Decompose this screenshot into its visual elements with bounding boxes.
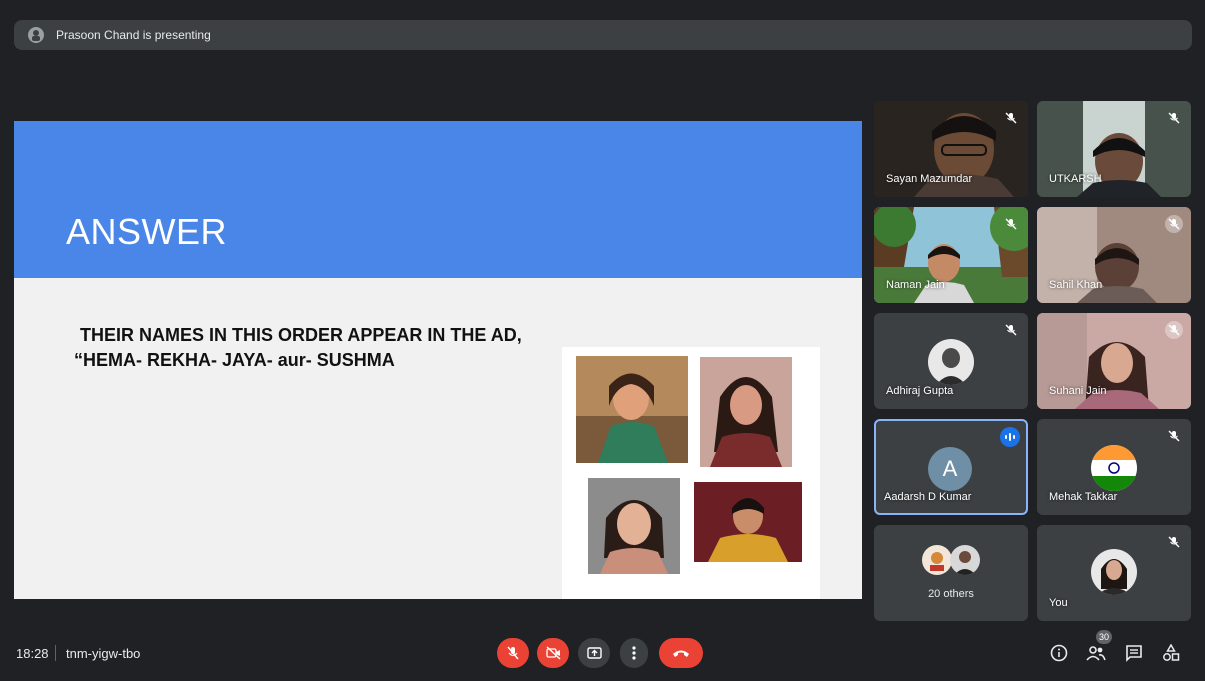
mic-off-icon bbox=[507, 646, 519, 660]
slide-photo-collage bbox=[562, 347, 820, 599]
speaking-indicator-icon bbox=[1000, 427, 1020, 447]
slide-photo-sushma bbox=[694, 482, 802, 562]
participant-name: Sayan Mazumdar bbox=[886, 173, 973, 185]
leave-call-icon bbox=[673, 650, 689, 657]
others-label: 20 others bbox=[928, 588, 974, 600]
mic-off-icon bbox=[1165, 215, 1183, 233]
mic-off-icon bbox=[1002, 321, 1020, 339]
participant-tile[interactable]: Mehak Takkar bbox=[1037, 419, 1191, 515]
participant-tile-active-speaker[interactable]: A Aadarsh D Kumar bbox=[874, 419, 1028, 515]
slide-body-text: THEIR NAMES IN THIS ORDER APPEAR IN THE … bbox=[74, 323, 522, 373]
participant-tile[interactable]: Adhiraj Gupta bbox=[874, 313, 1028, 409]
participant-avatar-flag bbox=[1091, 445, 1137, 491]
participant-tile[interactable]: UTKARSH bbox=[1037, 101, 1191, 197]
mic-off-icon bbox=[1002, 215, 1020, 233]
leave-call-button[interactable] bbox=[659, 638, 703, 668]
participant-name: Sahil Khan bbox=[1049, 279, 1103, 291]
camera-off-icon bbox=[545, 646, 561, 660]
self-avatar bbox=[1091, 549, 1137, 595]
participant-tile[interactable]: Sahil Khan bbox=[1037, 207, 1191, 303]
participant-name: You bbox=[1049, 597, 1068, 609]
info-icon bbox=[1050, 644, 1068, 662]
participant-avatar-letter: A bbox=[928, 447, 972, 491]
people-button[interactable] bbox=[1085, 642, 1107, 664]
bottom-control-bar: 18:28 tnm-yigw-tbo 30 bbox=[0, 624, 1205, 681]
participant-name: Suhani Jain bbox=[1049, 385, 1107, 397]
present-screen-icon bbox=[586, 647, 602, 659]
meeting-code: tnm-yigw-tbo bbox=[66, 646, 141, 661]
mic-off-icon bbox=[1165, 321, 1183, 339]
activities-button[interactable] bbox=[1160, 642, 1182, 664]
participant-tile[interactable]: Naman Jain bbox=[874, 207, 1028, 303]
chat-icon bbox=[1126, 645, 1142, 662]
slide-photo-hema bbox=[576, 356, 688, 463]
presenter-avatar-icon bbox=[28, 27, 44, 43]
meeting-clock: 18:28 bbox=[16, 646, 49, 661]
others-avatar-1 bbox=[922, 545, 952, 575]
mic-toggle-button[interactable] bbox=[497, 638, 529, 668]
slide-title: ANSWER bbox=[66, 211, 228, 252]
more-options-icon bbox=[632, 646, 636, 660]
self-tile[interactable]: You bbox=[1037, 525, 1191, 621]
present-screen-button[interactable] bbox=[578, 638, 610, 668]
presenter-label: Prasoon Chand is presenting bbox=[56, 28, 211, 42]
meeting-details-button[interactable] bbox=[1048, 642, 1070, 664]
participant-tile[interactable]: Suhani Jain bbox=[1037, 313, 1191, 409]
activities-icon bbox=[1163, 644, 1180, 661]
participant-name: UTKARSH bbox=[1049, 173, 1102, 185]
others-tile[interactable]: 20 others bbox=[874, 525, 1028, 621]
participant-name: Mehak Takkar bbox=[1049, 491, 1118, 503]
mic-off-icon bbox=[1165, 109, 1183, 127]
people-icon bbox=[1086, 646, 1106, 661]
mic-off-icon bbox=[1165, 533, 1183, 551]
slide-photo-jaya bbox=[588, 478, 680, 574]
participant-tile[interactable]: Sayan Mazumdar bbox=[874, 101, 1028, 197]
slide-photo-rekha bbox=[700, 357, 792, 467]
participant-avatar bbox=[928, 339, 974, 385]
slide-header bbox=[14, 121, 862, 278]
camera-toggle-button[interactable] bbox=[537, 638, 569, 668]
chat-button[interactable] bbox=[1123, 642, 1145, 664]
slide-line-2: “HEMA- REKHA- JAYA- aur- SUSHMA bbox=[74, 350, 395, 370]
participant-name: Naman Jain bbox=[886, 279, 945, 291]
divider bbox=[55, 645, 56, 661]
presenter-bar: Prasoon Chand is presenting bbox=[14, 20, 1192, 50]
others-avatar-2 bbox=[950, 545, 980, 575]
mic-off-icon bbox=[1165, 427, 1183, 445]
participant-name: Aadarsh D Kumar bbox=[884, 491, 972, 503]
mic-off-icon bbox=[1002, 109, 1020, 127]
participant-name: Adhiraj Gupta bbox=[886, 385, 954, 397]
more-options-button[interactable] bbox=[620, 638, 648, 668]
people-count-badge: 30 bbox=[1096, 630, 1112, 644]
slide-line-1: THEIR NAMES IN THIS ORDER APPEAR IN THE … bbox=[80, 325, 522, 345]
presentation-slide: ANSWER THEIR NAMES IN THIS ORDER APPEAR … bbox=[14, 121, 862, 599]
